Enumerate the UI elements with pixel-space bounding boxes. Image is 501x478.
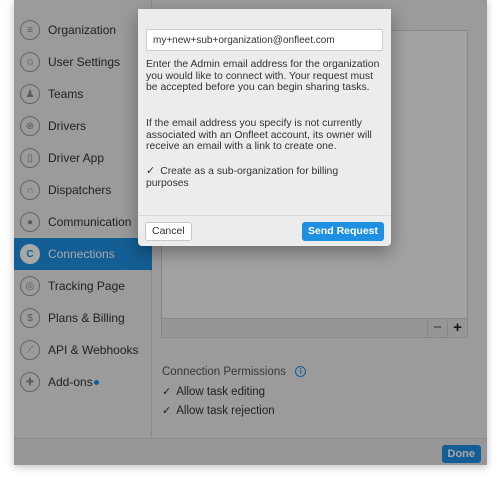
instructions-text: Enter the Admin email address for the or…: [146, 59, 380, 94]
add-connection-dialog: Enter the Admin email address for the or…: [138, 9, 391, 246]
send-request-button[interactable]: Send Request: [301, 222, 384, 241]
suborg-checkbox-row[interactable]: ✓ Create as a sub-organization for billin…: [146, 165, 381, 189]
account-notice-text: If the email address you specify is not …: [146, 118, 372, 153]
suborg-checkbox-label: Create as a sub-organization for billing…: [146, 166, 339, 189]
dialog-footer: Cancel Send Request: [138, 215, 391, 246]
admin-email-input[interactable]: [146, 29, 383, 51]
checkmark-icon[interactable]: ✓: [146, 165, 155, 177]
cancel-button[interactable]: Cancel: [145, 222, 192, 241]
settings-window: ≡ Organization ☺ User Settings ♟ Teams ⊗…: [14, 0, 487, 465]
